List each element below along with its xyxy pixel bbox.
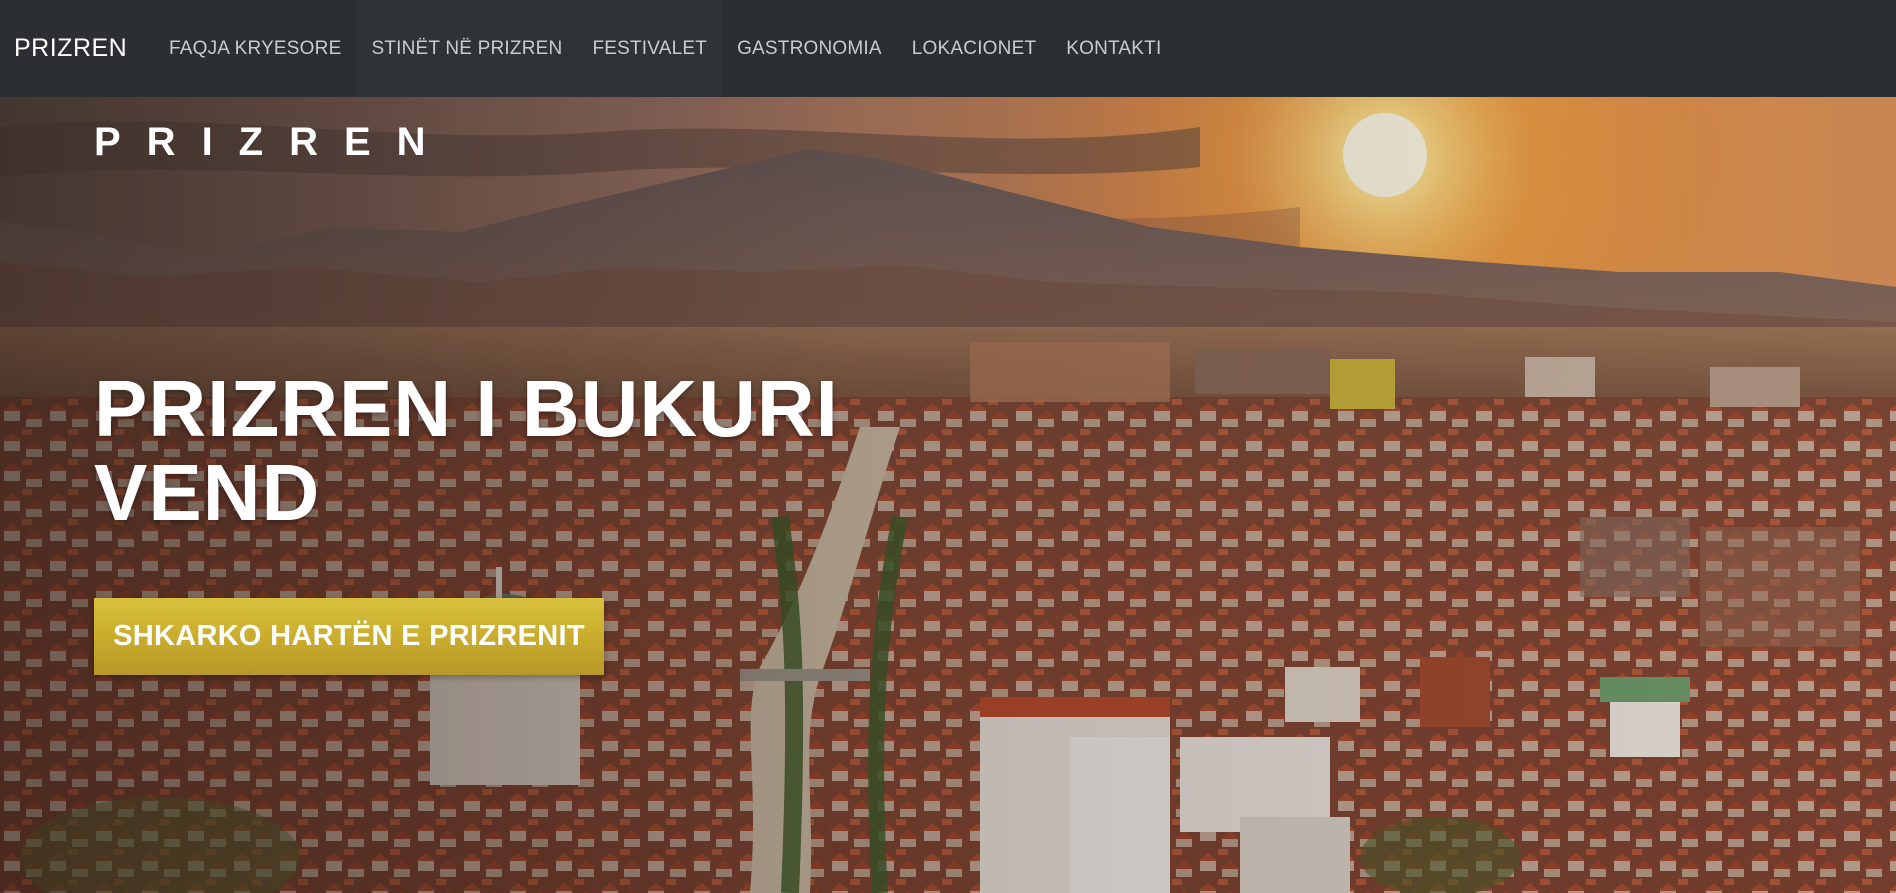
hero-logo-text: PRIZREN [94,120,452,164]
nav-item-lokacionet[interactable]: LOKACIONET [897,0,1051,97]
nav-item-kontakti[interactable]: KONTAKTI [1051,0,1176,97]
nav-item-stinet[interactable]: STINËT NË PRIZREN [356,0,578,97]
nav-item-gastronomia[interactable]: GASTRONOMIA [722,0,897,97]
hero-headline-line1: PRIZREN I BUKURI [94,364,839,453]
nav-item-festivalet[interactable]: FESTIVALET [577,0,723,97]
hero-section: PRIZREN PRIZREN I BUKURI VEND SHKARKO HA… [0,97,1896,893]
top-navbar: PRIZREN FAQJA KRYESORE STINËT NË PRIZREN… [0,0,1896,97]
hero-headline-line2: VEND [94,448,321,537]
nav-menu: FAQJA KRYESORE STINËT NË PRIZREN FESTIVA… [154,0,1176,97]
download-map-button[interactable]: SHKARKO HARTËN E PRIZRENIT [94,598,604,675]
nav-item-faqja-kryesore[interactable]: FAQJA KRYESORE [154,0,356,97]
navbar-brand[interactable]: PRIZREN [0,34,154,63]
hero-headline: PRIZREN I BUKURI VEND [94,367,994,535]
